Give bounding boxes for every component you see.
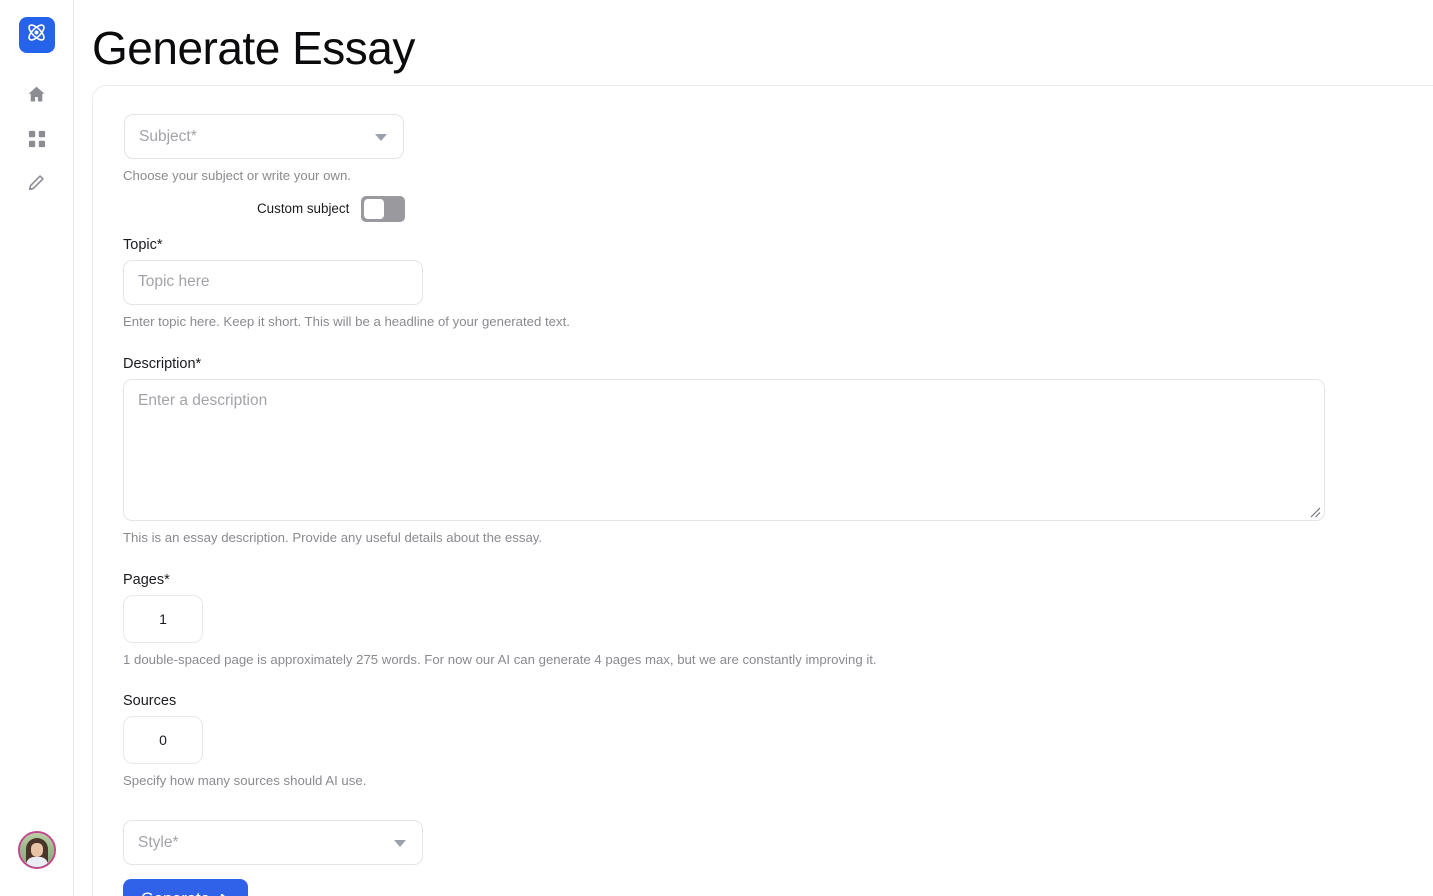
toggle-knob — [364, 198, 385, 219]
avatar-body — [25, 857, 48, 867]
chevron-down-icon — [394, 839, 406, 847]
generate-button[interactable]: Generate — [123, 879, 248, 896]
description-field-block: Description* This is an essay descriptio… — [123, 356, 1433, 547]
description-textarea-wrap — [123, 378, 1325, 521]
description-textarea[interactable] — [123, 378, 1325, 521]
sidebar-item-apps[interactable] — [15, 119, 59, 163]
avatar[interactable] — [17, 831, 56, 869]
topic-field-block: Topic* Enter topic here. Keep it short. … — [123, 237, 1433, 331]
description-help-text: This is an essay description. Provide an… — [123, 529, 543, 545]
pages-help-text: 1 double-spaced page is approximately 27… — [123, 652, 877, 668]
pencil-icon — [27, 173, 46, 197]
app-root: Generate Essay Subject* Choose your subj… — [0, 0, 1433, 896]
atom-icon — [25, 21, 48, 49]
avatar-face — [30, 843, 43, 857]
description-label: Description* — [123, 355, 202, 372]
pages-label: Pages* — [123, 572, 170, 589]
grid-icon — [28, 130, 46, 153]
custom-subject-label: Custom subject — [257, 201, 350, 217]
pages-field-block: Pages* 1 double-spaced page is approxima… — [123, 572, 1433, 669]
sidebar-item-home[interactable] — [15, 75, 59, 119]
chevron-down-icon — [375, 133, 387, 141]
generate-button-label: Generate — [141, 890, 210, 896]
sources-label: Sources — [123, 693, 177, 710]
generate-essay-form-card: Subject* Choose your subject or write yo… — [92, 85, 1433, 896]
sources-help-text: Specify how many sources should AI use. — [123, 773, 367, 789]
pages-input[interactable] — [123, 595, 203, 644]
style-select[interactable]: Style* — [123, 820, 423, 866]
subject-select-placeholder: Subject* — [139, 127, 197, 145]
topic-help-text: Enter topic here. Keep it short. This wi… — [123, 313, 570, 329]
style-field-block: Style* — [123, 820, 1433, 866]
subject-field-block: Subject* Choose your subject or write yo… — [123, 114, 1433, 185]
subject-help-text: Choose your subject or write your own. — [123, 168, 351, 183]
page-title: Generate Essay — [92, 22, 415, 74]
subject-select[interactable]: Subject* — [124, 114, 404, 159]
sidebar-item-edit[interactable] — [15, 163, 59, 207]
custom-subject-toggle[interactable] — [361, 195, 406, 222]
custom-subject-row: Custom subject — [257, 195, 1433, 223]
main-content: Generate Essay Subject* Choose your subj… — [74, 0, 1433, 896]
sidebar — [0, 0, 74, 896]
home-icon — [26, 84, 47, 110]
topic-input[interactable] — [123, 259, 423, 305]
app-logo[interactable] — [18, 17, 55, 53]
sources-field-block: Sources Specify how many sources should … — [123, 693, 1433, 790]
sources-input[interactable] — [123, 716, 203, 765]
topic-label: Topic* — [123, 236, 163, 253]
style-select-placeholder: Style* — [138, 833, 179, 851]
